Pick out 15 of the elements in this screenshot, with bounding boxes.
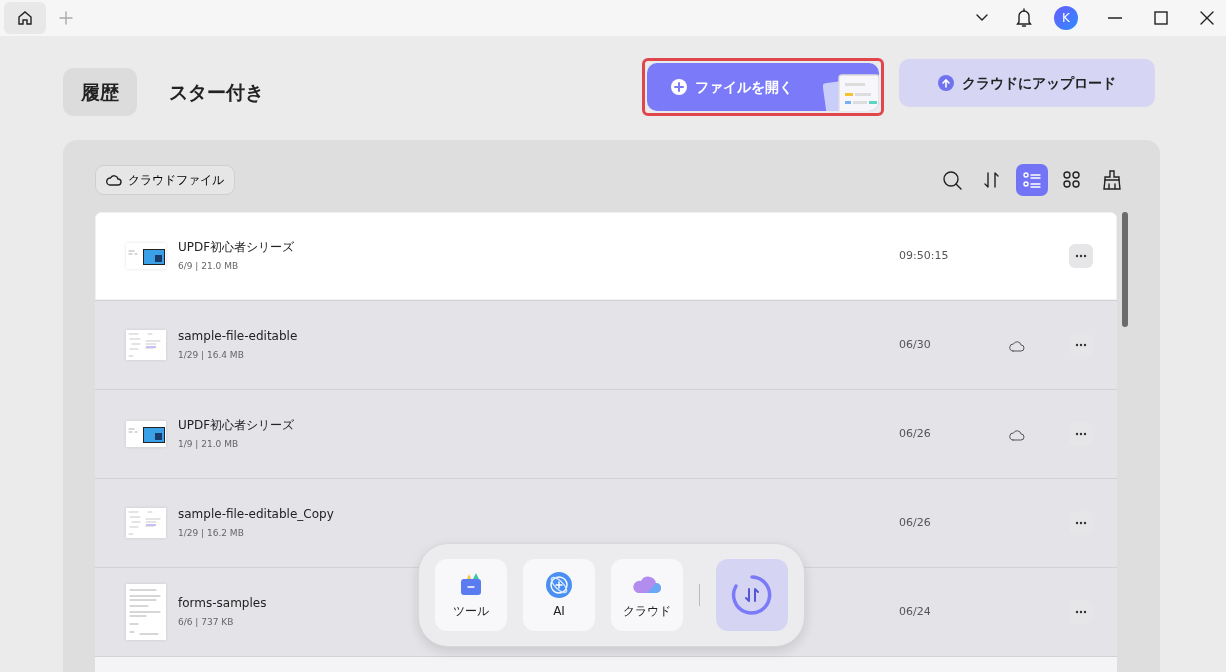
file-name: sample-file-editable_Copy	[178, 506, 334, 524]
file-date: 06/26	[899, 425, 932, 442]
file-date: 09:50:15	[899, 247, 950, 264]
file-name: forms-samples	[178, 595, 267, 613]
file-date: 06/26	[899, 514, 932, 531]
file-date: 06/30	[899, 336, 932, 353]
file-details: 6/9 | 21.0 MB	[178, 260, 239, 274]
file-date: 06/24	[899, 603, 932, 620]
file-details: 1/9 | 21.0 MB	[178, 438, 239, 452]
file-name: UPDF初心者シリーズ	[178, 417, 295, 435]
file-name: sample-file-editable	[178, 328, 298, 346]
file-details: 6/6 | 737 KB	[178, 616, 234, 630]
file-name: UPDF初心者シリーズ	[178, 239, 295, 257]
file-details: 1/29 | 16.4 MB	[178, 349, 244, 363]
file-details: 1/29 | 16.2 MB	[178, 527, 244, 541]
